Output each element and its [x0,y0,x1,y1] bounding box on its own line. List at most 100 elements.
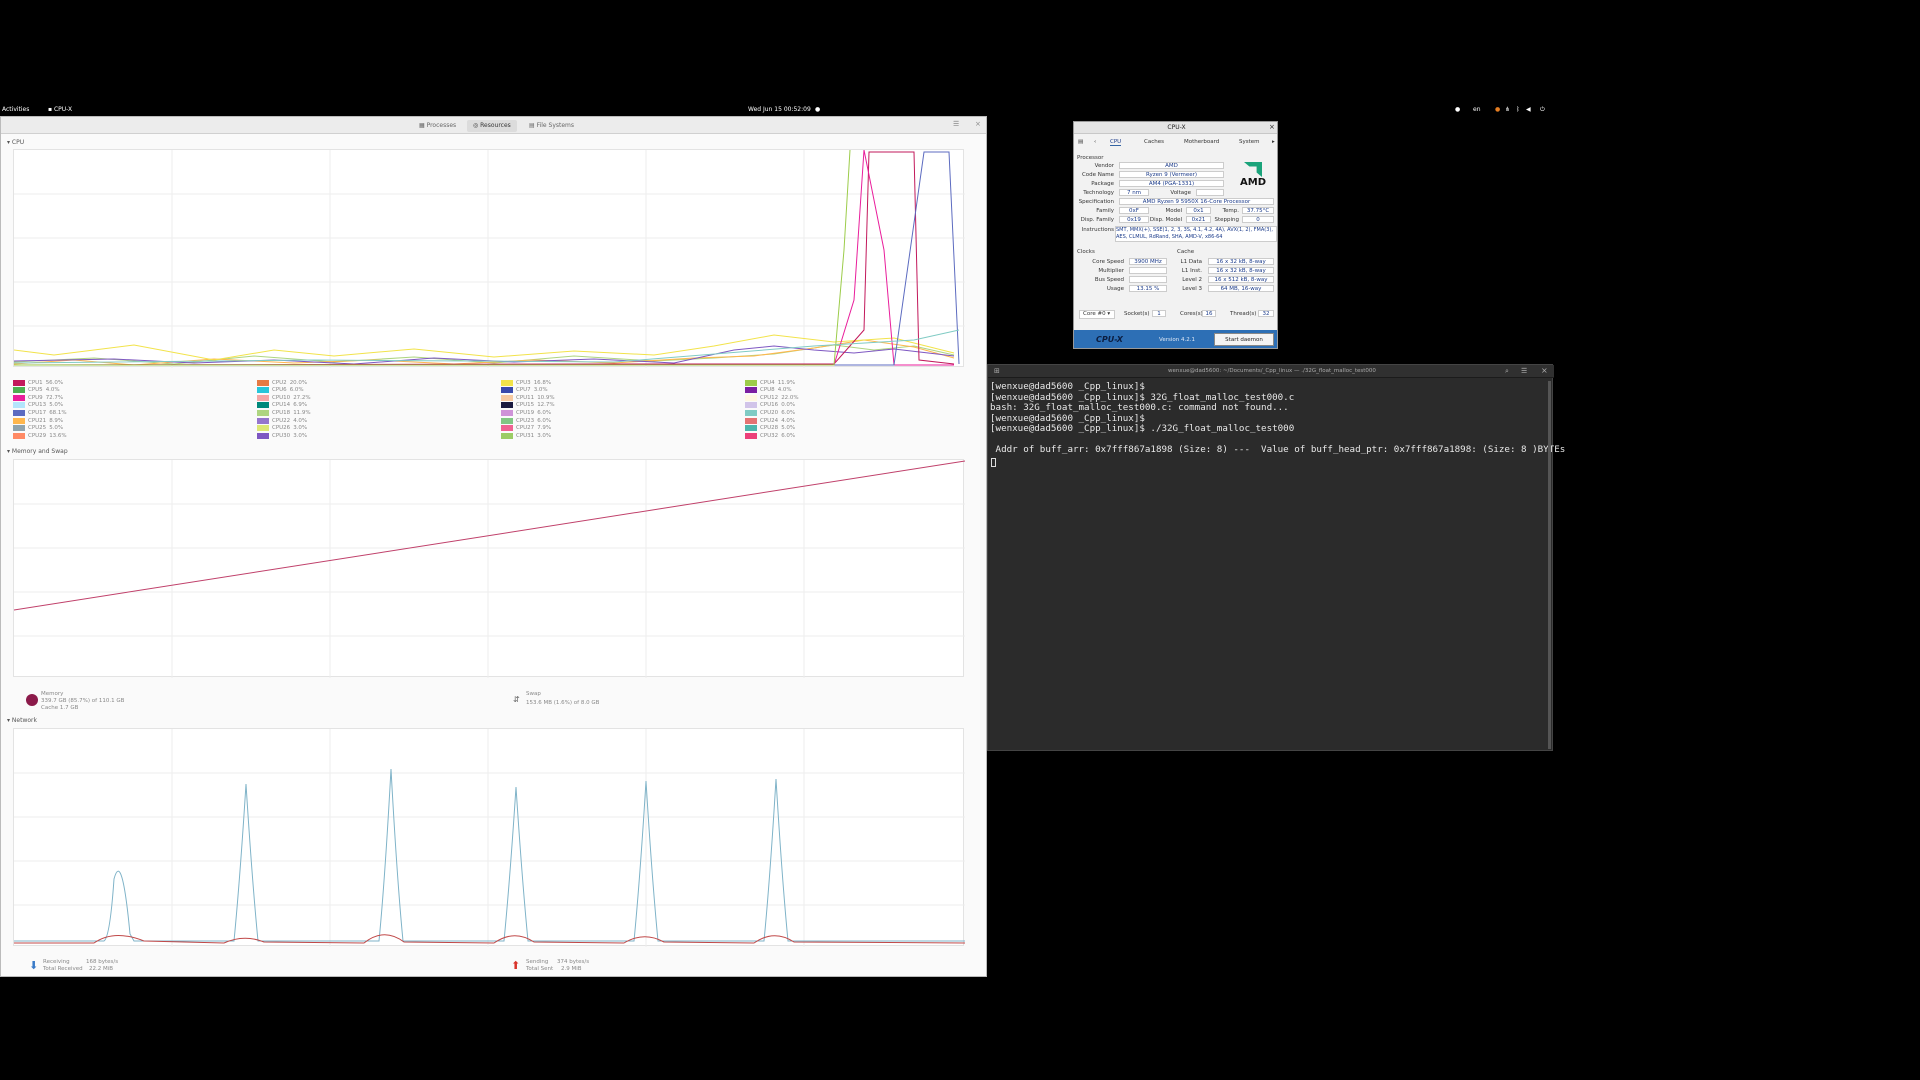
cpu-color-swatch[interactable] [745,402,757,409]
cpu-legend-item[interactable]: CPU31 3.0% [501,432,551,439]
network-section-header[interactable]: ▾ Network [7,717,37,724]
cpu-legend-item[interactable]: CPU14 6.9% [257,402,307,409]
cpu-color-swatch[interactable] [257,409,269,416]
cpu-legend-item[interactable]: CPU5 4.0% [13,387,60,394]
network-icon[interactable]: ⋔ [1505,106,1510,113]
cpu-legend-item[interactable]: CPU10 27.2% [257,394,311,401]
cpu-color-swatch[interactable] [13,425,25,432]
cpu-color-swatch[interactable] [13,409,25,416]
cpu-color-swatch[interactable] [745,409,757,416]
cpu-color-swatch[interactable] [257,379,269,386]
cpu-legend-item[interactable]: CPU18 11.9% [257,409,311,416]
clock[interactable]: Wed Jun 15 00:52:09 [748,106,811,113]
cpu-legend-item[interactable]: CPU26 3.0% [257,425,307,432]
cpu-usage-value: 68.1% [49,409,67,416]
cpu-color-swatch[interactable] [501,394,513,401]
bluetooth-icon[interactable]: ᛒ [1516,106,1520,113]
cpu-legend-item[interactable]: CPU7 3.0% [501,387,548,394]
power-icon[interactable]: ⏻ [1540,106,1545,114]
cpu-legend-item[interactable]: CPU30 3.0% [257,432,307,439]
cpu-legend-item[interactable]: CPU1 56.0% [13,379,63,386]
cpu-legend-item[interactable]: CPU21 8.9% [13,417,63,424]
cpu-color-swatch[interactable] [257,417,269,424]
tab-caches[interactable]: Caches [1144,139,1164,145]
cpu-color-swatch[interactable] [13,417,25,424]
terminal-menu-icon[interactable]: ☰ [1521,367,1527,375]
cpu-legend-item[interactable]: CPU3 16.8% [501,379,551,386]
info-icon[interactable]: ● [1455,106,1460,113]
cpu-color-swatch[interactable] [13,432,25,439]
cpu-color-swatch[interactable] [745,387,757,394]
cpu-legend-item[interactable]: CPU4 11.9% [745,379,795,386]
cpu-color-swatch[interactable] [501,425,513,432]
cpu-color-swatch[interactable] [257,402,269,409]
app-menu[interactable]: ▪ CPU-X [48,106,72,113]
cpu-section-header[interactable]: ▾ CPU [7,139,24,146]
cpu-color-swatch[interactable] [13,387,25,394]
cpu-color-swatch[interactable] [257,394,269,401]
cpu-legend-item[interactable]: CPU2 20.0% [257,379,307,386]
cpu-legend-item[interactable]: CPU9 72.7% [13,394,63,401]
cpu-legend-item[interactable]: CPU13 5.0% [13,402,63,409]
cpu-color-swatch[interactable] [501,417,513,424]
cpu-color-swatch[interactable] [13,379,25,386]
cpu-color-swatch[interactable] [745,432,757,439]
cpu-color-swatch[interactable] [13,402,25,409]
cpu-color-swatch[interactable] [257,425,269,432]
cpu-legend-item[interactable]: CPU20 6.0% [745,409,795,416]
cpux-prev-icon[interactable]: ‹ [1094,139,1096,145]
cpu-color-swatch[interactable] [745,394,757,401]
cpu-color-swatch[interactable] [501,432,513,439]
terminal-scrollbar[interactable] [1548,381,1551,749]
cpu-legend-item[interactable]: CPU17 68.1% [13,409,67,416]
cpux-close-icon[interactable]: × [1269,123,1275,131]
cpu-legend-item[interactable]: CPU24 4.0% [745,417,795,424]
cpu-color-swatch[interactable] [13,394,25,401]
cpu-color-swatch[interactable] [501,409,513,416]
cpu-color-swatch[interactable] [745,425,757,432]
cpu-legend-item[interactable]: CPU28 5.0% [745,425,795,432]
record-icon[interactable]: ● [1495,106,1500,113]
activities-button[interactable]: Activities [2,106,29,113]
cpu-legend-item[interactable]: CPU12 22.0% [745,394,799,401]
terminal-close-icon[interactable]: × [1541,366,1548,375]
start-daemon-button[interactable]: Start daemon [1214,333,1274,346]
menu-icon[interactable]: ☰ [953,120,959,128]
tab-system[interactable]: System [1239,139,1260,145]
core-select[interactable]: Core #0 ▾ [1079,310,1115,319]
l3-value: 64 MB, 16-way [1208,285,1274,292]
cpu-legend-item[interactable]: CPU11 10.9% [501,394,555,401]
volume-icon[interactable]: ◀ [1526,106,1531,113]
tab-processes[interactable]: ▦ Processes [413,120,462,132]
search-icon[interactable]: ⌕ [1505,367,1509,376]
cpu-color-swatch[interactable] [745,379,757,386]
cpu-legend-item[interactable]: CPU25 5.0% [13,425,63,432]
cpu-legend-item[interactable]: CPU22 4.0% [257,417,307,424]
cpu-legend-item[interactable]: CPU19 6.0% [501,409,551,416]
cpux-next-icon[interactable]: ▸ [1272,139,1275,145]
cpu-color-swatch[interactable] [257,387,269,394]
cpu-legend-item[interactable]: CPU6 6.0% [257,387,304,394]
terminal-output[interactable]: [wenxue@dad5600 _Cpp_linux]$ [wenxue@dad5… [990,381,1565,456]
cpu-legend-item[interactable]: CPU29 13.6% [13,432,67,439]
cpu-legend-item[interactable]: CPU8 4.0% [745,387,792,394]
cpu-color-swatch[interactable] [501,379,513,386]
close-icon[interactable]: × [975,120,981,128]
tab-resources[interactable]: ◎ Resources [467,120,517,132]
new-tab-icon[interactable]: ⊞ [994,367,1000,375]
tab-motherboard[interactable]: Motherboard [1184,139,1219,145]
cpu-legend-item[interactable]: CPU16 0.0% [745,402,795,409]
cpu-legend-item[interactable]: CPU23 6.0% [501,417,551,424]
cpu-color-swatch[interactable] [501,387,513,394]
language-indicator[interactable]: en [1473,106,1481,113]
tab-file-systems[interactable]: ▤ File Systems [523,120,580,132]
cpu-legend-item[interactable]: CPU27 7.9% [501,425,551,432]
cpu-color-swatch[interactable] [501,402,513,409]
tab-cpu[interactable]: CPU [1110,139,1122,146]
cpu-legend-item[interactable]: CPU15 12.7% [501,402,555,409]
cpux-menu-icon[interactable]: ▤ [1078,139,1083,145]
cpu-legend-item[interactable]: CPU32 6.0% [745,432,795,439]
cpu-color-swatch[interactable] [745,417,757,424]
cpu-color-swatch[interactable] [257,432,269,439]
memory-section-header[interactable]: ▾ Memory and Swap [7,448,68,455]
